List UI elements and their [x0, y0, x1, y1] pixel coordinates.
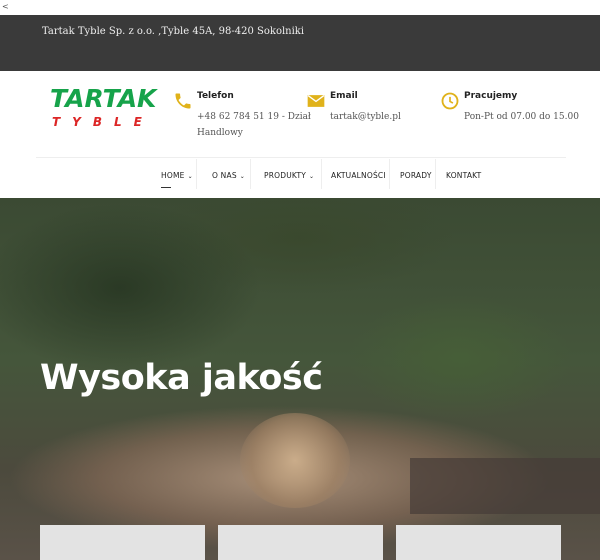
nav-item-porady[interactable]: PORADY: [400, 171, 432, 180]
site-logo[interactable]: TARTAK TYBLE: [50, 85, 156, 131]
nav-item-label: PORADY: [400, 171, 432, 180]
nav-item-label: AKTUALNOŚCI: [331, 171, 386, 180]
nav-item-label: PRODUKTY: [264, 171, 307, 180]
chevron-down-icon: ⌄: [187, 173, 193, 180]
nav-item-label: KONTAKT: [446, 171, 482, 180]
nav-active-indicator: [161, 187, 171, 188]
site-header: TARTAK TYBLE Telefon +48 62 784 51 19 - …: [0, 71, 600, 198]
nav-separator: [196, 159, 197, 189]
feature-card[interactable]: [40, 525, 205, 560]
phone-line-2: Handlowy: [197, 128, 243, 138]
hero-banner: Wysoka jakość: [0, 198, 600, 560]
nav-separator: [389, 159, 390, 189]
chevron-down-icon: ⌄: [309, 173, 315, 180]
hours-line: Pon-Pt od 07.00 do 15.00: [464, 112, 579, 122]
logo-word: TARTAK: [50, 84, 157, 113]
nav-item-produkty[interactable]: PRODUKTY ⌄: [264, 171, 314, 180]
contact-label: Email: [330, 91, 358, 101]
contact-value[interactable]: tartak@tyble.pl: [330, 109, 401, 125]
main-nav: HOME ⌄ O NAS ⌄ PRODUKTY ⌄ AKTUALNOŚCI PORAD…: [0, 159, 600, 191]
hero-photo-head: [240, 413, 350, 508]
logo-subword: TYBLE: [52, 115, 154, 129]
email-line: tartak@tyble.pl: [330, 112, 401, 122]
nav-item-o-nas[interactable]: O NAS ⌄: [212, 171, 245, 180]
contact-label: Pracujemy: [464, 91, 518, 101]
contact-value[interactable]: +48 62 784 51 19 - Dział Handlowy: [197, 109, 311, 141]
chevron-down-icon: ⌄: [239, 173, 246, 180]
phone-line-1: +48 62 784 51 19 - Dział: [197, 112, 311, 122]
phone-icon: [173, 91, 193, 111]
nav-item-aktualnosci[interactable]: AKTUALNOŚCI: [331, 171, 386, 180]
hero-title: Wysoka jakość: [40, 358, 323, 398]
nav-item-home[interactable]: HOME ⌄: [161, 171, 193, 180]
hero-photo-bench: [410, 458, 600, 514]
nav-separator: [250, 159, 251, 189]
feature-card[interactable]: [396, 525, 561, 560]
feature-card[interactable]: [218, 525, 383, 560]
nav-item-label: HOME: [161, 171, 185, 180]
company-address: Tartak Tyble Sp. z o.o. ,Tyble 45A, 98-4…: [42, 26, 305, 37]
nav-item-kontakt[interactable]: KONTAKT: [446, 171, 481, 180]
clock-icon: [440, 91, 460, 111]
nav-separator: [321, 159, 322, 189]
nav-separator: [435, 159, 436, 189]
envelope-icon: [306, 91, 326, 111]
back-chevron[interactable]: <: [2, 2, 9, 11]
contact-label: Telefon: [197, 91, 234, 101]
nav-divider: [36, 157, 566, 158]
contact-value: Pon-Pt od 07.00 do 15.00: [464, 109, 579, 125]
nav-item-label: O NAS: [212, 171, 237, 180]
top-info-bar: Tartak Tyble Sp. z o.o. ,Tyble 45A, 98-4…: [0, 15, 600, 71]
